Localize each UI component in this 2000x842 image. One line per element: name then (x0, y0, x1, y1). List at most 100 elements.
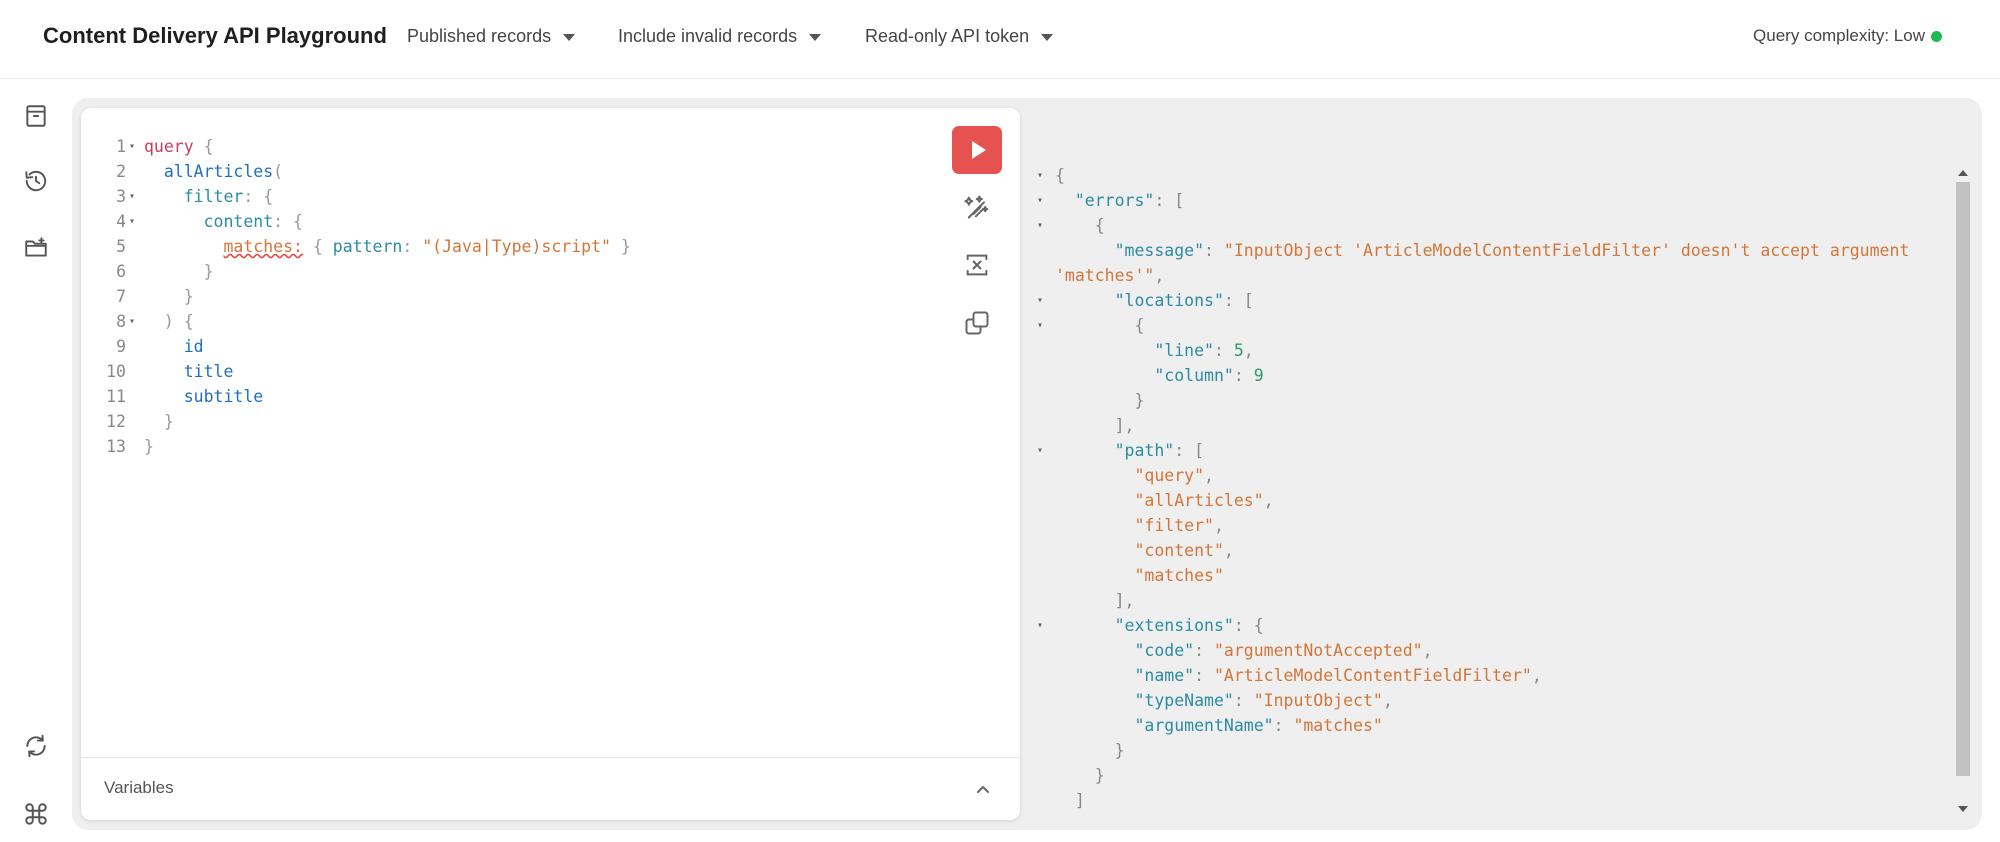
result-token (1055, 441, 1115, 460)
chevron-up-icon (974, 780, 992, 798)
play-icon (972, 141, 986, 159)
result-token: "typeName" (1134, 691, 1234, 710)
result-token (1055, 641, 1134, 660)
fold-arrow-icon[interactable]: ▾ (1037, 438, 1043, 463)
result-line: 'matches'", (1032, 263, 1952, 288)
variables-toggle[interactable]: Variables (81, 757, 1020, 820)
include-invalid-records-dropdown[interactable]: Include invalid records (618, 26, 822, 47)
result-line: ▾ "path": [ (1032, 438, 1952, 463)
scroll-down-icon[interactable] (1958, 806, 1968, 812)
run-query-button[interactable] (952, 126, 1002, 174)
result-token: , (1154, 266, 1165, 285)
refresh-icon[interactable] (21, 731, 51, 761)
result-token: "matches" (1293, 716, 1383, 735)
history-icon[interactable] (21, 166, 51, 196)
code-line[interactable]: 2 allArticles( (81, 159, 981, 184)
code-line[interactable]: 10 title (81, 359, 981, 384)
code-line[interactable]: 8 ▾ ) { (81, 309, 981, 334)
code-line[interactable]: 5 matches: { pattern: "(Java|Type)script… (81, 234, 981, 259)
line-number: 9 (116, 337, 126, 356)
result-token (1055, 341, 1154, 360)
code-line[interactable]: 9 id (81, 334, 981, 359)
fold-arrow-icon[interactable]: ▾ (1037, 188, 1043, 213)
published-records-dropdown[interactable]: Published records (407, 26, 576, 47)
result-token (1055, 541, 1134, 560)
result-token (1055, 291, 1115, 310)
result-token: ] (1055, 791, 1085, 810)
folder-add-icon[interactable] (21, 233, 51, 263)
code-token: subtitle (183, 387, 264, 406)
fold-arrow-icon[interactable]: ▾ (129, 134, 135, 159)
query-complexity-label: Query complexity: Low (1753, 26, 1925, 45)
code-token: { (193, 137, 214, 156)
result-scrollbar[interactable] (1955, 166, 1971, 822)
result-token: , (1243, 341, 1254, 360)
fold-arrow-icon[interactable]: ▾ (129, 309, 135, 334)
result-token: , (1213, 516, 1224, 535)
code-line[interactable]: 7 } (81, 284, 981, 309)
code-line[interactable]: 11 subtitle (81, 384, 981, 409)
dropdown-label: Published records (407, 26, 552, 46)
code-token: : (402, 237, 423, 256)
scrollbar-thumb[interactable] (1956, 182, 1970, 776)
line-number: 6 (116, 262, 126, 281)
result-token (1055, 466, 1134, 485)
code-token: : { (273, 212, 303, 231)
query-complexity-indicator: Query complexity: Low (1753, 26, 1942, 46)
code-token: id (183, 337, 204, 356)
scroll-up-icon[interactable] (1958, 170, 1968, 176)
line-number: 10 (106, 362, 126, 381)
copy-query-button[interactable] (961, 307, 993, 339)
code-line[interactable]: 4 ▾ content: { (81, 209, 981, 234)
result-token: "message" (1114, 241, 1205, 260)
result-token: "query" (1134, 466, 1205, 485)
merge-fragments-button[interactable] (961, 249, 993, 281)
query-editor[interactable]: 1 ▾ query {2 allArticles(3 ▾ filter: {4 ▾ co… (81, 134, 981, 459)
code-line[interactable]: 1 ▾ query { (81, 134, 981, 159)
result-token (1055, 566, 1134, 585)
fold-arrow-icon[interactable]: ▾ (1037, 313, 1043, 338)
fold-arrow-icon[interactable]: ▾ (1037, 613, 1043, 638)
result-token: , (1263, 491, 1274, 510)
result-token (1055, 716, 1134, 735)
result-token: "locations" (1114, 291, 1224, 310)
result-token: , (1223, 541, 1234, 560)
result-line: "allArticles", (1032, 488, 1952, 513)
caret-down-icon (1041, 34, 1054, 41)
result-token: { (1055, 216, 1105, 235)
command-icon[interactable] (21, 799, 51, 829)
result-token: : (1194, 666, 1214, 685)
fold-arrow-icon[interactable]: ▾ (129, 209, 135, 234)
code-line[interactable]: 13} (81, 434, 981, 459)
code-token: allArticles (163, 162, 274, 181)
result-token: ], (1055, 591, 1135, 610)
result-line: } (1032, 738, 1952, 763)
result-token (1055, 366, 1154, 385)
code-line[interactable]: 3 ▾ filter: { (81, 184, 981, 209)
result-line: } (1032, 763, 1952, 788)
result-token (1055, 616, 1115, 635)
code-line[interactable]: 6 } (81, 259, 981, 284)
archive-icon[interactable] (21, 101, 51, 131)
result-token: "errors" (1074, 191, 1155, 210)
api-token-dropdown[interactable]: Read-only API token (865, 26, 1054, 47)
result-line: ▾ { (1032, 213, 1952, 238)
result-token: : [ (1223, 291, 1254, 310)
code-line[interactable]: 12 } (81, 409, 981, 434)
result-token: "argumentNotAccepted" (1213, 641, 1423, 660)
result-token: "ArticleModelContentFieldFilter" (1213, 666, 1532, 685)
result-token: "InputObject 'ArticleModelContentFieldFi… (1223, 241, 1910, 260)
result-line: "line": 5, (1032, 338, 1952, 363)
status-dot-icon (1931, 30, 1942, 42)
magic-wand-icon (964, 195, 989, 219)
fold-arrow-icon[interactable]: ▾ (1037, 163, 1043, 188)
fold-arrow-icon[interactable]: ▾ (129, 184, 135, 209)
result-token: "line" (1154, 341, 1214, 360)
fold-arrow-icon[interactable]: ▾ (1037, 213, 1043, 238)
fold-arrow-icon[interactable]: ▾ (1037, 288, 1043, 313)
line-number: 13 (106, 437, 126, 456)
prettify-button[interactable] (961, 191, 993, 223)
